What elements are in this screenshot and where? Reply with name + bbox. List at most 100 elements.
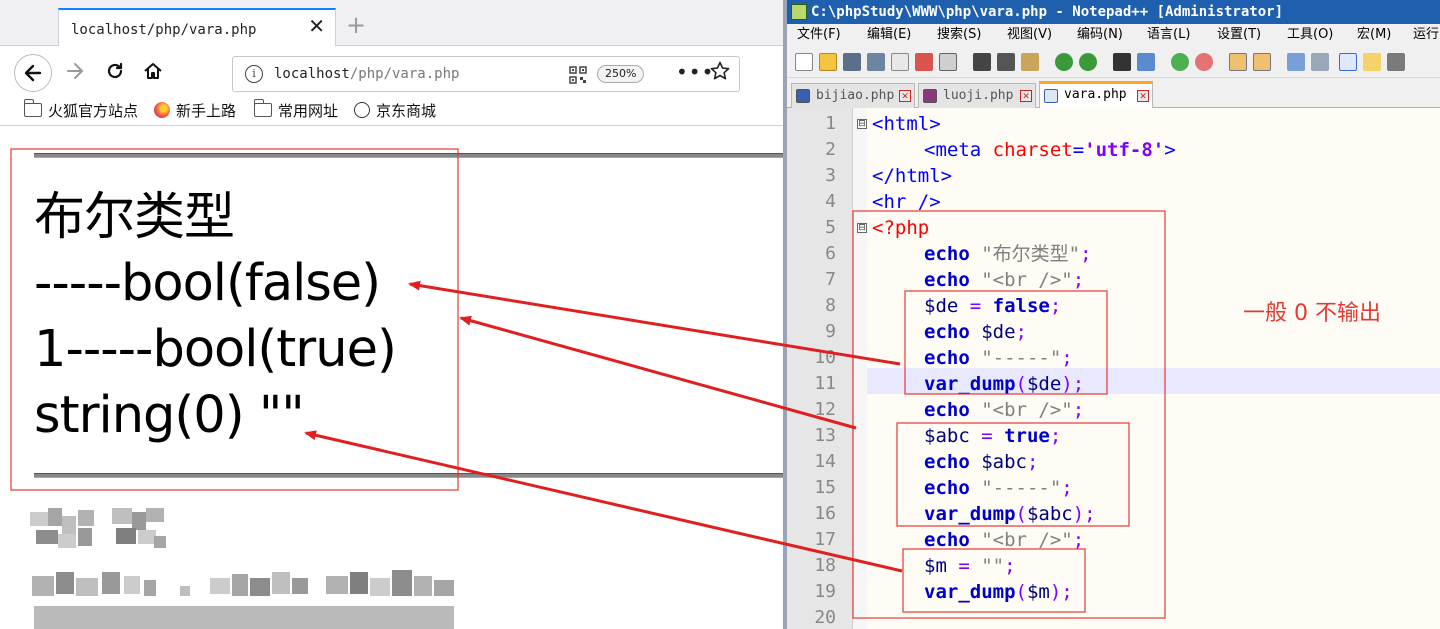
close-tab-icon[interactable]: ✕ [1137, 90, 1149, 102]
line-number: 7 [825, 269, 836, 290]
zoom-in-icon[interactable] [1171, 53, 1189, 71]
menu-bar: 文件(F) 编辑(E) 搜索(S) 视图(V) 编码(N) 语言(L) 设置(T… [787, 24, 1440, 46]
copy-icon[interactable] [997, 53, 1015, 71]
menu-tools[interactable]: 工具(O) [1287, 24, 1333, 46]
menu-encoding[interactable]: 编码(N) [1077, 24, 1123, 46]
variable: $m [1026, 581, 1050, 603]
fold-toggle-icon[interactable]: ⊟ [857, 119, 867, 129]
code-token: = [958, 295, 993, 317]
file-tab-bijiao[interactable]: bijiao.php ✕ [791, 83, 915, 108]
menu-macro[interactable]: 宏(M) [1357, 24, 1391, 46]
code-token: = [1072, 139, 1085, 161]
menu-settings[interactable]: 设置(T) [1217, 24, 1261, 46]
close-tab-icon[interactable]: ✕ [308, 16, 325, 36]
word-wrap-icon[interactable] [1287, 53, 1305, 71]
file-tab-luoji[interactable]: luoji.php ✕ [918, 83, 1036, 108]
indent-guide-icon[interactable] [1339, 53, 1357, 71]
fold-toggle-icon[interactable]: ⊟ [857, 223, 867, 233]
line-number: 10 [814, 347, 836, 368]
code-token: ; [1072, 399, 1085, 421]
sync-horizontal-icon[interactable] [1253, 53, 1271, 71]
close-tab-icon[interactable]: ✕ [899, 90, 911, 102]
keyword: echo [924, 321, 970, 343]
bookmark-item[interactable]: 常用网址 [253, 99, 338, 120]
show-all-characters-icon[interactable] [1311, 53, 1329, 71]
redo-icon[interactable] [1079, 53, 1097, 71]
code-editor[interactable]: 1 2 3 4 5 6 7 8 9 10 11 12 13 14 15 16 1… [787, 108, 1440, 629]
reload-icon[interactable] [100, 56, 130, 86]
page-content: 布尔类型 -----bool(false) 1-----bool(true) s… [0, 126, 783, 629]
menu-run[interactable]: 运行 [1413, 24, 1439, 46]
fold-margin [853, 108, 867, 629]
bookmark-item[interactable]: 火狐官方站点 [23, 99, 138, 120]
code-line-17: echo "<br />"; [924, 527, 1084, 553]
code-line-7: echo "<br />"; [924, 267, 1084, 293]
line-number: 17 [814, 529, 836, 550]
document-map-icon[interactable] [1387, 53, 1405, 71]
firefox-window: localhost/php/vara.php ✕ + i localhost/p… [0, 0, 783, 629]
new-tab-icon[interactable]: + [346, 13, 366, 37]
browser-tab[interactable]: localhost/php/vara.php ✕ [58, 8, 336, 47]
code-token: ; [1004, 555, 1016, 577]
close-tab-icon[interactable]: ✕ [1020, 90, 1032, 102]
function-name: var_dump [924, 581, 1016, 603]
save-all-icon[interactable] [867, 53, 885, 71]
code-token: ( [1015, 503, 1027, 525]
toolbar [787, 46, 1440, 78]
code-token: ( [1015, 581, 1027, 603]
bookmark-item[interactable]: 新手上路 [154, 100, 236, 120]
file-tab-vara[interactable]: vara.php ✕ [1039, 81, 1153, 109]
menu-file[interactable]: 文件(F) [797, 24, 841, 46]
line-number: 11 [814, 373, 836, 394]
keyword: echo [924, 269, 970, 291]
file-tabs: bijiao.php ✕ luoji.php ✕ vara.php ✕ [787, 80, 1440, 109]
variable: $abc [1026, 503, 1073, 525]
qr-code-icon[interactable] [569, 66, 587, 84]
open-file-icon[interactable] [819, 53, 837, 71]
code-line-13: $abc = true; [924, 423, 1061, 449]
function-name: var_dump [924, 503, 1016, 525]
bookmark-star-icon[interactable] [710, 61, 730, 86]
keyword: echo [924, 347, 970, 369]
close-file-icon[interactable] [891, 53, 909, 71]
zoom-out-icon[interactable] [1195, 53, 1213, 71]
menu-view[interactable]: 视图(V) [1007, 24, 1052, 46]
tab-title: localhost/php/vara.php [71, 22, 257, 38]
menu-edit[interactable]: 编辑(E) [867, 24, 911, 46]
undo-icon[interactable] [1055, 53, 1073, 71]
save-icon[interactable] [843, 53, 861, 71]
line-number: 2 [825, 139, 836, 160]
bookmark-item[interactable]: 京东商城 [354, 100, 436, 120]
line-number: 3 [825, 165, 836, 186]
string: "<br />" [969, 529, 1073, 551]
code-line-16: var_dump($abc); [924, 501, 1096, 527]
replace-icon[interactable] [1137, 53, 1155, 71]
code-line-11: var_dump($de); [924, 371, 1084, 397]
line-number: 9 [825, 321, 836, 342]
variable: $de [1026, 373, 1062, 395]
close-all-icon[interactable] [915, 53, 933, 71]
paste-icon[interactable] [1021, 53, 1039, 71]
info-icon[interactable]: i [245, 65, 263, 83]
keyword: true [1004, 425, 1050, 447]
keyword: echo [924, 529, 970, 551]
sync-vertical-icon[interactable] [1229, 53, 1247, 71]
new-file-icon[interactable] [795, 53, 813, 71]
print-icon[interactable] [939, 53, 957, 71]
pixelated-redacted-content [30, 508, 454, 629]
cut-icon[interactable] [973, 53, 991, 71]
back-arrow-icon[interactable] [14, 54, 52, 92]
home-icon[interactable] [138, 56, 168, 86]
zoom-level-badge[interactable]: 250% [597, 65, 645, 83]
attr-name: charset [981, 139, 1073, 161]
menu-language[interactable]: 语言(L) [1147, 24, 1190, 46]
page-actions-more-icon[interactable]: ••• [676, 60, 714, 84]
code-line-3: </html> [872, 163, 952, 189]
menu-search[interactable]: 搜索(S) [937, 24, 981, 46]
globe-icon [354, 102, 370, 118]
html-tag: <hr /> [872, 191, 941, 213]
find-icon[interactable] [1113, 53, 1131, 71]
function-list-icon[interactable] [1363, 53, 1381, 71]
url-bar[interactable]: i localhost/php/vara.php 250% ••• [232, 56, 740, 92]
forward-arrow-icon[interactable] [60, 56, 90, 86]
